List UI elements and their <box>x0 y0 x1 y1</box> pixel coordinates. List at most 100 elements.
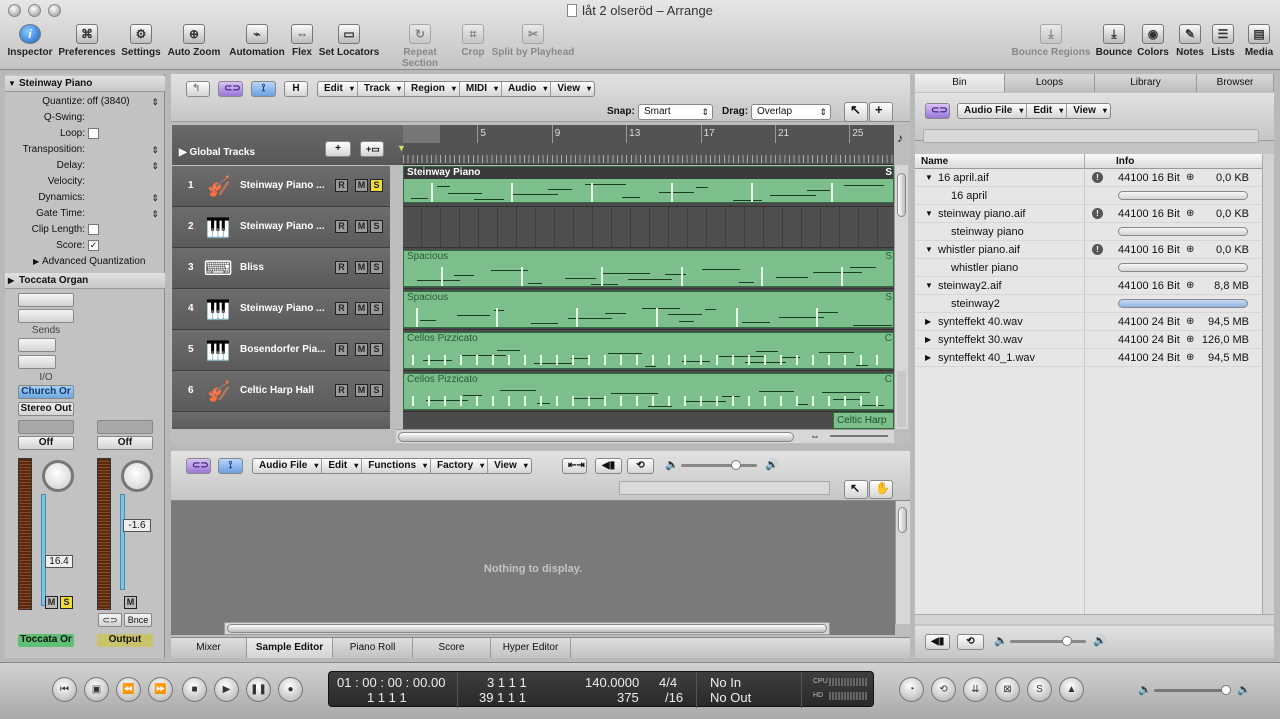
folder-button[interactable]: +▭ <box>360 141 384 157</box>
region[interactable]: Spacious S <box>403 250 894 287</box>
stepper-icon[interactable]: ⇕ <box>151 206 159 222</box>
track-header-6[interactable]: 6 🎻 Celtic Harp Hall R M S <box>172 371 390 412</box>
bin-vscroll[interactable] <box>1262 154 1274 614</box>
solo-mode-button[interactable]: S <box>1027 677 1052 702</box>
col-name[interactable]: Name <box>921 156 948 167</box>
zoom-fit-button[interactable]: ⇤⇥ <box>562 458 587 474</box>
menu-functions[interactable]: Functions <box>362 459 432 473</box>
param-value[interactable]: off (3840) <box>87 94 130 110</box>
track-mute-button[interactable]: M <box>355 220 368 233</box>
disclosure-open-icon[interactable]: ▼ <box>925 205 933 223</box>
hand-tool-icon[interactable]: ✋ <box>869 480 893 499</box>
editor-hscroll[interactable] <box>224 622 830 635</box>
zoom-button[interactable] <box>48 4 61 17</box>
region[interactable]: Cellos Pizzicato C <box>403 373 894 410</box>
bin-search-field[interactable] <box>923 129 1259 143</box>
insert-slot[interactable] <box>18 293 74 307</box>
audio-file-row[interactable]: ▼ steinway piano.aif! 44100 16 Bit ⊕ 0,0 KB <box>915 205 1262 223</box>
back-button[interactable]: ↰ <box>186 81 210 97</box>
region-row[interactable]: whistler piano <box>915 259 1262 277</box>
track-lane-3[interactable]: Spacious S <box>403 248 894 289</box>
go-to-start-button[interactable]: ⏮ <box>52 677 77 702</box>
loop-button[interactable]: ⟲ <box>627 458 654 474</box>
bin-tab-browser[interactable]: Browser <box>1197 74 1274 92</box>
param-quantize[interactable]: Quantize: off (3840) ⇕ <box>5 94 165 110</box>
horizontal-scrollbar[interactable]: ⇔ <box>396 429 894 443</box>
vertical-scrollbar[interactable] <box>894 165 908 429</box>
track-mute-button[interactable]: M <box>355 384 368 397</box>
master-volume-knob[interactable] <box>1221 685 1231 695</box>
editor-catch-button[interactable]: ⟟ <box>218 458 243 474</box>
pointer-tool[interactable]: ↖ <box>844 102 868 122</box>
audio-file-row[interactable]: ▼ whistler piano.aif! 44100 16 Bit ⊕ 0,0 KB <box>915 241 1262 259</box>
toolbar-flex-button[interactable]: ⇔ Flex <box>289 24 315 64</box>
track-mute-button[interactable]: M <box>355 302 368 315</box>
editor-vscroll-thumb[interactable] <box>898 507 907 533</box>
track-mute-button[interactable]: M <box>355 343 368 356</box>
menu-edit[interactable]: Edit <box>318 82 358 96</box>
audio-file-row[interactable]: ▶ synteffekt 30.wav 44100 24 Bit ⊕ 126,0 MB <box>915 331 1262 349</box>
menu-view[interactable]: View <box>1067 104 1110 118</box>
toolbar-split-button[interactable]: ✂ Split by Playhead <box>490 24 576 64</box>
tab-piano-roll[interactable]: Piano Roll <box>333 638 413 658</box>
plus-tool[interactable]: + <box>869 102 893 122</box>
editor-link-button[interactable]: ⊂⊃ <box>186 458 211 474</box>
region-celtic-harp[interactable]: Celtic Harp <box>833 412 894 429</box>
global-tracks-toggle[interactable]: ▶ Global Tracks <box>179 147 255 158</box>
menu-factory[interactable]: Factory <box>431 459 489 473</box>
toolbar-zoom-button[interactable]: ⊕ Auto Zoom <box>166 24 222 64</box>
region-row[interactable]: 16 april <box>915 187 1262 205</box>
track-lane-4[interactable]: Spacious S <box>403 289 894 330</box>
automation-mode-2[interactable]: Off <box>97 436 153 450</box>
record-enable-button[interactable]: R <box>335 343 348 356</box>
region-params-header[interactable]: Steinway Piano <box>5 76 165 92</box>
cycle-area[interactable] <box>403 125 440 143</box>
pause-button[interactable]: ❚❚ <box>246 677 271 702</box>
editor-pointer-tool[interactable]: ↖ <box>844 480 868 499</box>
pan-knob-2[interactable] <box>121 460 153 492</box>
track-mute-button[interactable]: M <box>355 179 368 192</box>
snap-select[interactable]: Smart <box>638 104 713 120</box>
track-header-3[interactable]: 3 ⌨ Bliss R M S <box>172 248 390 289</box>
mute-button[interactable]: M <box>45 596 58 609</box>
record-enable-button[interactable]: R <box>335 261 348 274</box>
menu-audio[interactable]: Audio <box>502 82 552 96</box>
bin-link-button[interactable]: ⊂⊃ <box>925 103 950 119</box>
toolbar-preferences-button[interactable]: ⌘ Preferences <box>58 24 116 64</box>
tab-hyper-editor[interactable]: Hyper Editor <box>491 638 571 658</box>
audio-file-row[interactable]: ▼ 16 april.aif! 44100 16 Bit ⊕ 0,0 KB <box>915 169 1262 187</box>
bin-hscroll[interactable] <box>915 614 1274 624</box>
audio-file-row[interactable]: ▶ synteffekt 40_1.wav 44100 24 Bit ⊕ 94,5 MB <box>915 349 1262 367</box>
zoom-slider-horizontal[interactable] <box>830 435 888 437</box>
param-clip-length[interactable]: Clip Length: <box>5 222 165 238</box>
output-slot[interactable]: Stereo Out <box>18 402 74 416</box>
menu-track[interactable]: Track <box>358 82 406 96</box>
record-enable-button[interactable]: R <box>335 384 348 397</box>
disclosure-closed-icon[interactable]: ▶ <box>925 349 931 367</box>
channel-name[interactable]: Toccata Or <box>18 634 74 647</box>
playhead-icon[interactable]: ▼ <box>397 143 406 153</box>
tab-sample-editor[interactable]: Sample Editor <box>247 638 333 658</box>
tuner-icon[interactable]: ◔ <box>899 677 924 702</box>
param-checkbox[interactable] <box>88 224 99 235</box>
lcd-display[interactable]: 01 : 00 : 00 : 00.00 1 1 1 1 3 1 1 1 39 … <box>328 671 874 708</box>
param-dynamics[interactable]: Dynamics: ⇕ <box>5 190 165 206</box>
param-q-swing[interactable]: Q-Swing: <box>5 110 165 126</box>
tab-mixer[interactable]: Mixer <box>171 638 247 658</box>
bin-loop-button[interactable]: ⟲ <box>957 634 984 650</box>
volume-value-2[interactable]: -1.6 <box>123 519 151 532</box>
track-header-2[interactable]: 2 🎹 Steinway Piano ... R M S <box>172 207 390 248</box>
param-checkbox[interactable]: ✓ <box>88 240 99 251</box>
fast-forward-button[interactable]: ⏩ <box>148 677 173 702</box>
send-slot[interactable] <box>18 355 56 369</box>
track-solo-button[interactable]: S <box>370 261 383 274</box>
track-lane-2[interactable] <box>403 207 894 248</box>
toolbar-bounce-button[interactable]: ⤓ Bounce <box>1094 24 1134 64</box>
solo-button[interactable]: S <box>60 596 73 609</box>
rewind-button[interactable]: ⏪ <box>116 677 141 702</box>
volume-fader-2[interactable] <box>120 494 125 590</box>
disclosure-open-icon[interactable]: ▼ <box>925 277 933 295</box>
zoom-slider-vertical[interactable] <box>897 371 906 427</box>
metronome-icon[interactable]: ▲ <box>1059 677 1084 702</box>
group-slot-2[interactable] <box>97 420 153 434</box>
